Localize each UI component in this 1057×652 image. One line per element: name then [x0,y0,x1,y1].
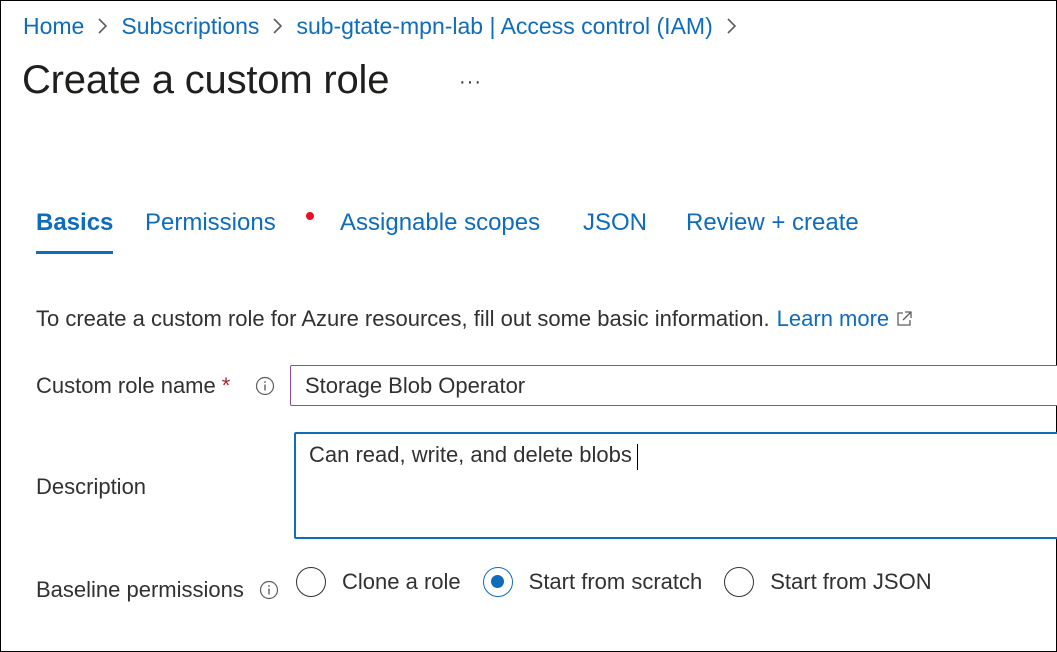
text-cursor [637,444,638,470]
chevron-right-icon [726,18,737,34]
info-icon[interactable] [259,580,279,600]
radio-start-from-scratch[interactable]: Start from scratch [482,567,703,597]
tab-permissions[interactable]: Permissions [145,206,276,254]
tab-json[interactable]: JSON [583,206,647,254]
info-icon[interactable] [255,376,275,396]
radio-button-checked[interactable] [482,567,513,597]
breadcrumb: Home Subscriptions sub-gtate-mpn-lab | A… [23,11,750,41]
role-name-label: Custom role name * [36,373,230,399]
required-asterisk: * [221,373,231,398]
radio-button-unchecked[interactable] [724,567,755,597]
breadcrumb-subscriptions-link[interactable]: Subscriptions [121,13,259,40]
tab-review-create[interactable]: Review + create [686,206,859,254]
page-title: Create a custom role [22,58,390,102]
radio-button-unchecked[interactable] [296,567,326,597]
breadcrumb-home-link[interactable]: Home [23,13,84,40]
role-name-input[interactable] [290,365,1057,406]
baseline-permissions-radio-group: Clone a role Start from scratch Start fr… [296,567,954,597]
radio-label: Clone a role [342,569,461,594]
radio-start-from-json[interactable]: Start from JSON [724,567,932,597]
permissions-status-dot [306,212,314,220]
baseline-permissions-label: Baseline permissions [36,577,244,602]
tab-basics[interactable]: Basics [36,206,114,254]
intro-text: To create a custom role for Azure resour… [36,306,770,331]
external-link-icon[interactable] [895,310,913,328]
radio-clone-role[interactable]: Clone a role [296,567,461,597]
radio-label: Start from JSON [770,569,932,594]
tab-permissions-label: Permissions [145,209,276,236]
description-label: Description [36,474,147,499]
radio-label: Start from scratch [528,569,703,594]
role-name-label-text: Custom role name [36,373,216,398]
breadcrumb-iam-link[interactable]: sub-gtate-mpn-lab | Access control (IAM) [296,13,712,40]
chevron-right-icon [272,18,283,34]
intro-text-row: To create a custom role for Azure resour… [36,306,913,332]
description-textarea[interactable]: Can read, write, and delete blobs [294,432,1057,539]
learn-more-link[interactable]: Learn more [777,306,890,332]
chevron-right-icon [97,18,108,34]
more-options-button[interactable]: ··· [459,71,482,94]
tab-assignable-scopes[interactable]: Assignable scopes [340,206,540,254]
